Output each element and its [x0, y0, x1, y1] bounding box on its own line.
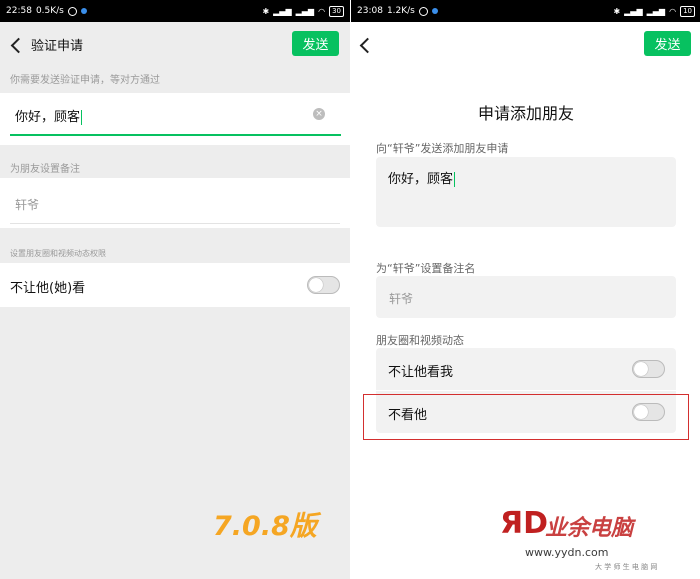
remark-underline — [10, 223, 340, 224]
input-underline — [10, 134, 341, 136]
toggle-knob — [634, 362, 648, 376]
permission-label: 设置朋友圈和视频动态权限 — [10, 249, 106, 258]
watermark-subtitle: 大 学 师 生 电 脑 网 — [595, 563, 658, 571]
remark-field[interactable] — [376, 276, 676, 318]
moments-label: 朋友圈和视频动态 — [376, 334, 464, 347]
wifi-icon: ◠ — [669, 6, 677, 16]
message-label: 向“轩爷”发送添加朋友申请 — [376, 142, 509, 155]
message-input[interactable]: 你好，顾客 — [388, 168, 456, 187]
hide-my-moments-toggle[interactable] — [632, 360, 665, 378]
clear-icon[interactable]: × — [313, 108, 325, 120]
status-speed: 0.5K/s — [35, 6, 64, 16]
status-time: 22:58 — [6, 6, 32, 16]
battery-icon: 30 — [329, 5, 344, 17]
watermark-text: 业余电脑 — [545, 516, 634, 541]
hide-my-moments-row[interactable]: 不让他看我 — [376, 348, 676, 390]
signal-icon-2: ▂▄▆ — [646, 6, 666, 16]
signal-icon: ▂▄▆ — [273, 6, 292, 16]
send-button[interactable]: 发送 — [292, 31, 339, 56]
battery-icon: 10 — [680, 5, 695, 17]
version-label: 7.0.8版 — [213, 511, 317, 542]
signal-icon: ▂▄▆ — [624, 6, 643, 16]
toggle-knob — [309, 278, 323, 292]
bluetooth-icon: ✱ — [613, 6, 621, 16]
location-icon — [431, 8, 438, 14]
hint-text: 你需要发送验证申请，等对方通过 — [10, 75, 160, 86]
remark-field[interactable] — [0, 178, 350, 228]
alarm-icon — [67, 6, 77, 16]
signal-icon-2: ▂▄▆ — [295, 6, 315, 16]
status-speed: 1.2K/s — [386, 6, 415, 16]
message-input[interactable]: 你好，顾客 — [15, 106, 83, 125]
new-version-panel: 23:08 1.2K/s ✱ ▂▄▆ ▂▄▆ ◠ 10 发送 申请添加朋友 向“… — [350, 0, 700, 579]
old-version-panel: 22:58 0.5K/s ✱ ▂▄▆ ▂▄▆ ◠ 30 验证申请 发送 你需要发… — [0, 0, 350, 579]
remark-input[interactable]: 轩爷 — [389, 290, 413, 307]
wifi-icon: ◠ — [318, 6, 326, 16]
row-label: 不让他看我 — [388, 365, 454, 380]
text-cursor — [454, 172, 456, 187]
alarm-icon — [418, 6, 428, 16]
hide-moments-toggle[interactable] — [307, 276, 340, 294]
send-button[interactable]: 发送 — [644, 31, 691, 56]
watermark-logo: ЯD — [500, 506, 549, 541]
watermark-url: www.yydn.com — [525, 546, 609, 559]
status-bar: 22:58 0.5K/s ✱ ▂▄▆ ▂▄▆ ◠ 30 — [0, 0, 350, 22]
page-title: 申请添加朋友 — [477, 104, 574, 123]
permission-item-label: 不让他(她)看 — [10, 281, 86, 296]
remark-label: 为“轩爷”设置备注名 — [376, 262, 476, 275]
remark-label: 为朋友设置备注 — [10, 164, 80, 175]
location-icon — [80, 8, 87, 14]
text-cursor — [81, 110, 83, 125]
status-time: 23:08 — [357, 6, 383, 16]
watermark: ЯD 业余电脑 www.yydn.com 大 学 师 生 电 脑 网 — [495, 500, 700, 579]
bluetooth-icon: ✱ — [262, 6, 270, 16]
back-arrow-icon[interactable] — [359, 37, 376, 54]
remark-input[interactable]: 轩爷 — [15, 196, 39, 213]
highlight-box — [363, 394, 689, 440]
page-title: 验证申请 — [31, 39, 84, 54]
status-bar: 23:08 1.2K/s ✱ ▂▄▆ ▂▄▆ ◠ 10 — [351, 0, 700, 22]
